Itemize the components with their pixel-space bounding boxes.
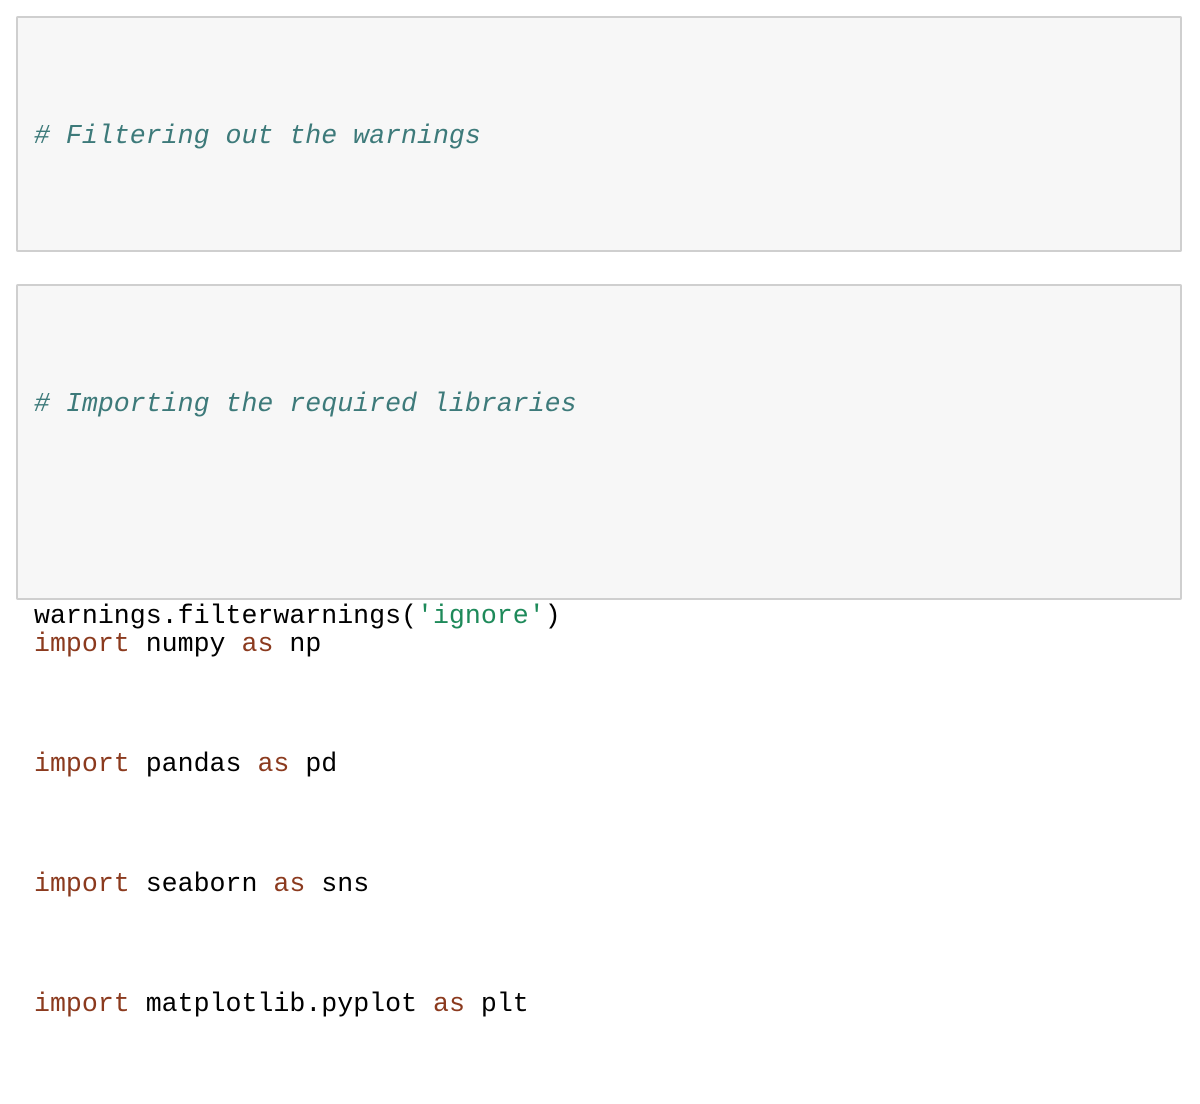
- alias: pd: [289, 749, 338, 779]
- alias: sns: [305, 869, 370, 899]
- code-cell-imports[interactable]: # Importing the required libraries impor…: [16, 284, 1182, 1019]
- code-line: import numpy as np: [34, 624, 577, 664]
- alias: np: [273, 629, 322, 659]
- code-line: # Importing the required libraries: [34, 384, 577, 424]
- keyword-as: as: [432, 989, 465, 1019]
- module-name: numpy: [129, 629, 242, 659]
- module-name: seaborn: [129, 869, 274, 899]
- module-name: pandas: [129, 749, 258, 779]
- keyword-as: as: [273, 869, 306, 899]
- code-line: # Filtering out the warnings: [34, 116, 561, 156]
- keyword-as: as: [257, 749, 290, 779]
- module-name: matplotlib.pyplot: [129, 989, 433, 1019]
- code-line: import seaborn as sns: [34, 864, 577, 904]
- keyword-import: import: [34, 629, 130, 659]
- code-line: import pandas as pd: [34, 744, 577, 784]
- code-cell-filter-warnings[interactable]: # Filtering out the warnings import warn…: [16, 16, 1182, 631]
- comment: # Importing the required libraries: [34, 389, 577, 419]
- keyword-import: import: [34, 989, 130, 1019]
- code-editor[interactable]: # Importing the required libraries impor…: [34, 304, 577, 1104]
- comment: # Filtering out the warnings: [34, 121, 481, 151]
- alias: plt: [464, 989, 529, 1019]
- keyword-import: import: [34, 749, 130, 779]
- code-line: import matplotlib.pyplot as plt: [34, 984, 577, 1024]
- keyword-as: as: [241, 629, 274, 659]
- keyword-import: import: [34, 869, 130, 899]
